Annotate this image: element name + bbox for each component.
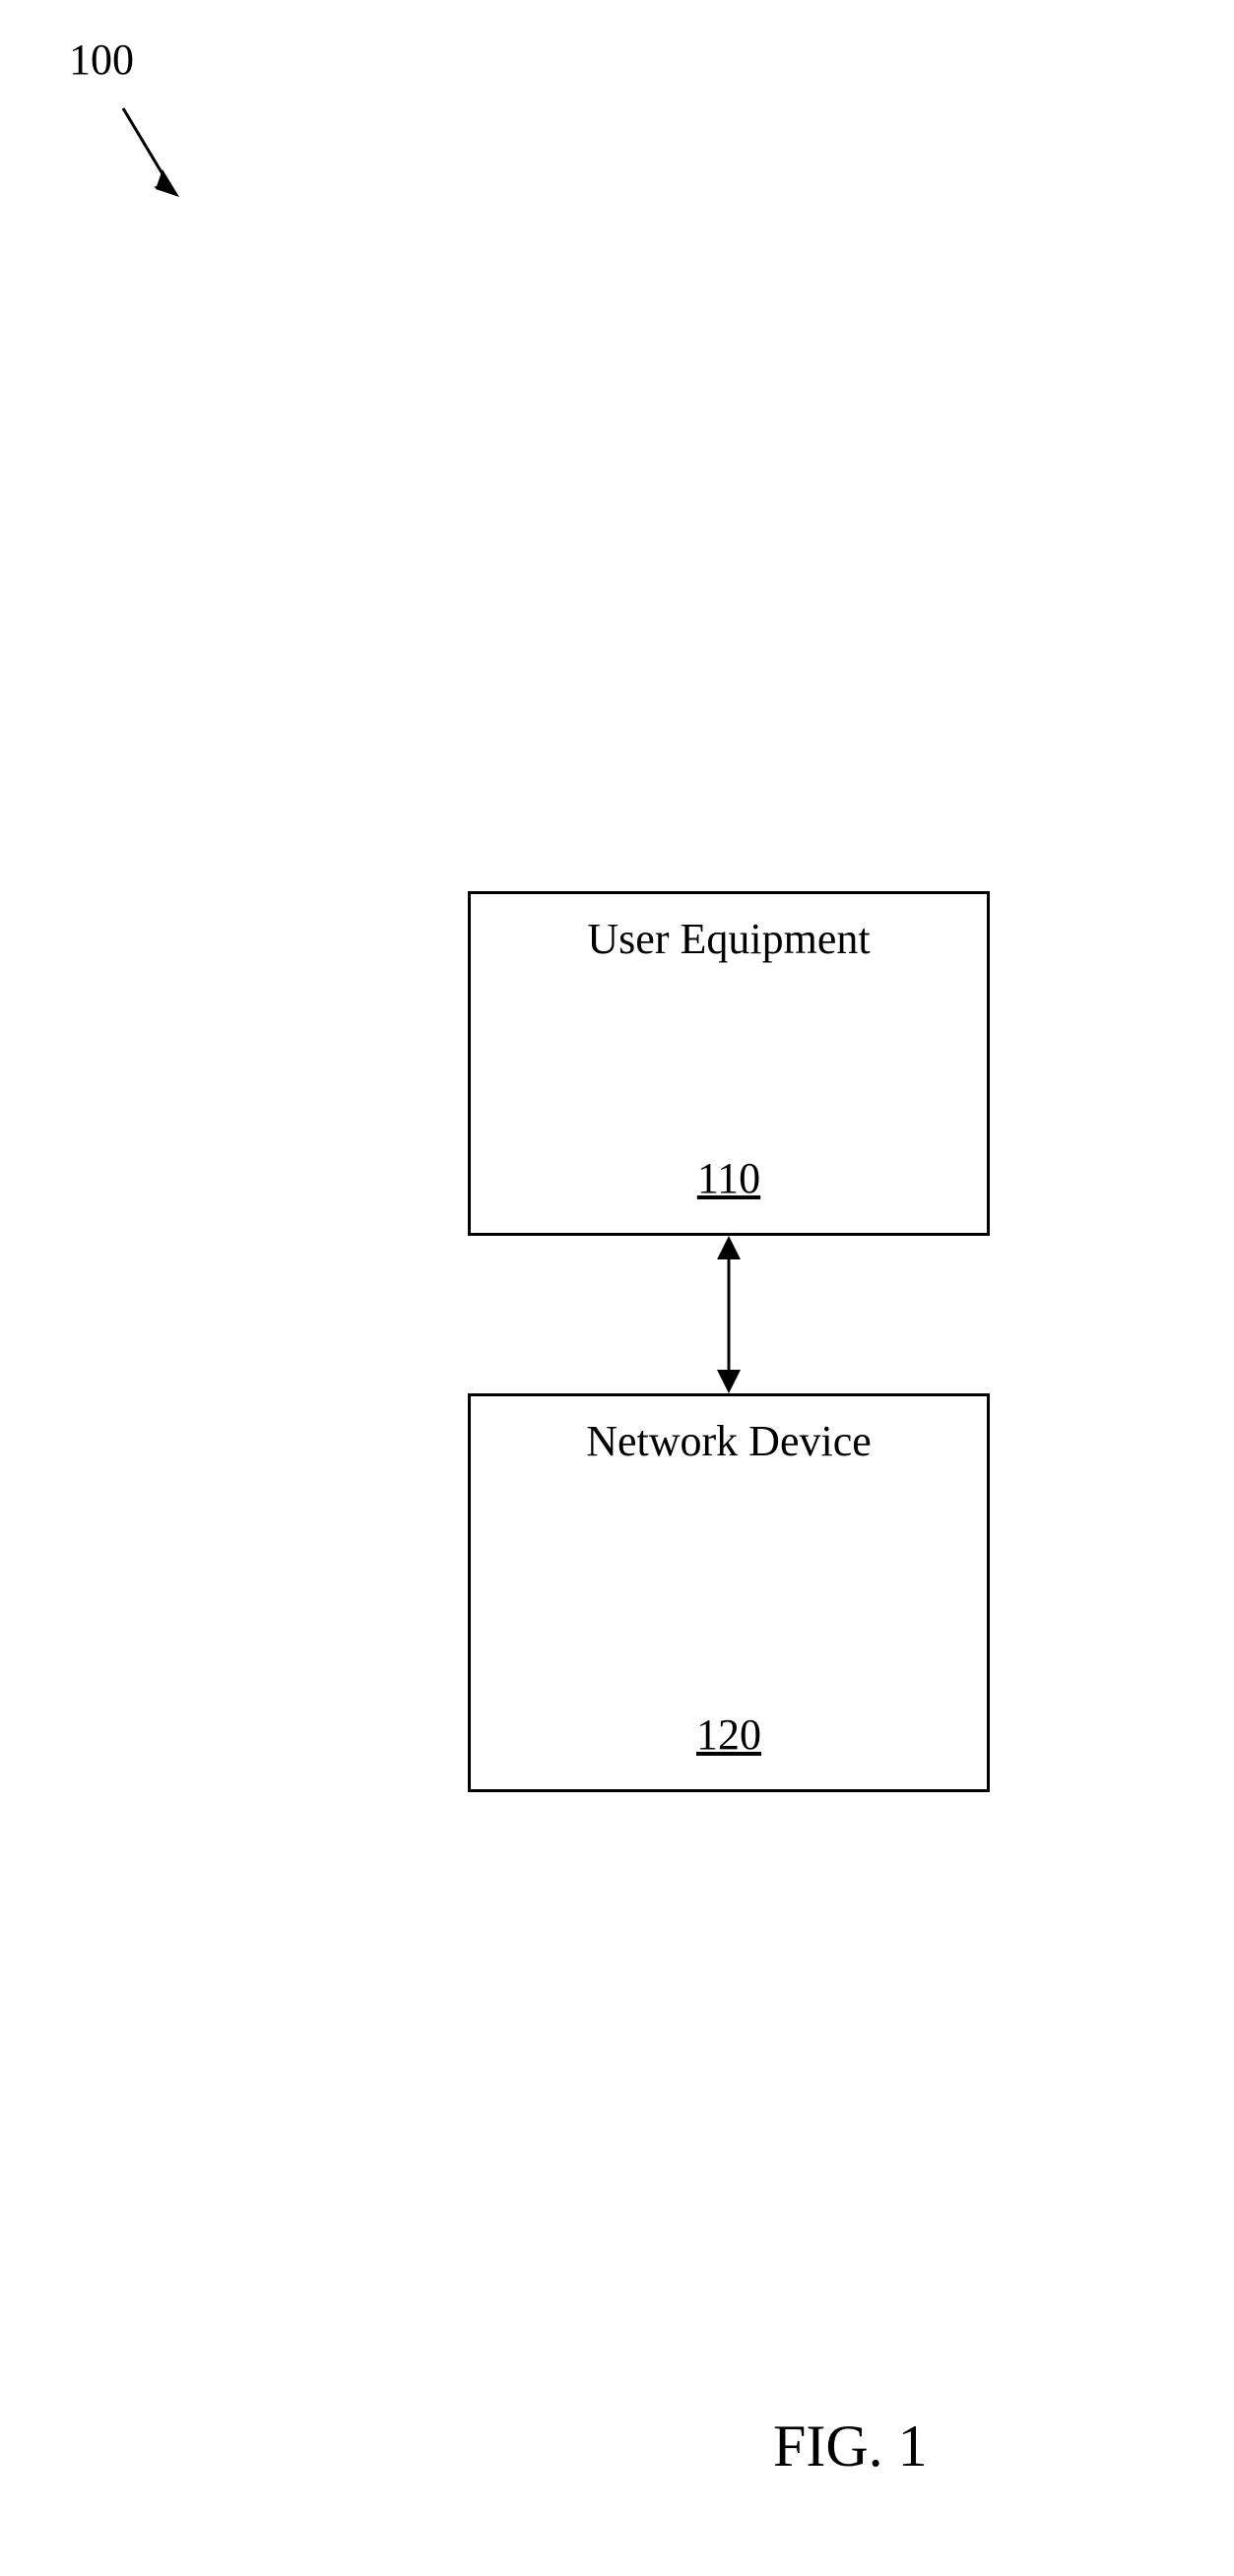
user-equipment-box: User Equipment 110	[468, 891, 990, 1236]
network-device-box: Network Device 120	[468, 1393, 990, 1792]
reference-arrow-icon	[108, 98, 197, 217]
network-device-title: Network Device	[471, 1396, 987, 1466]
figure-caption: FIG. 1	[773, 2413, 928, 2480]
bidirectional-arrow-icon	[709, 1236, 748, 1393]
user-equipment-number: 110	[471, 1153, 987, 1203]
reference-label-100: 100	[69, 34, 134, 85]
user-equipment-title: User Equipment	[471, 894, 987, 964]
network-device-number: 120	[471, 1709, 987, 1760]
